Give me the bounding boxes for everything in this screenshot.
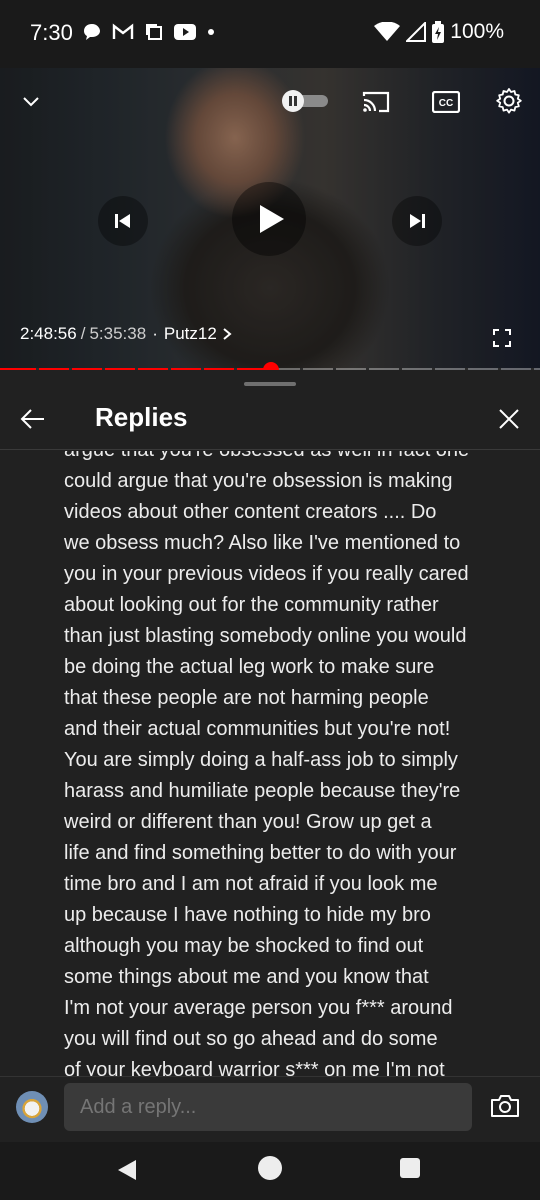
chat-bubble-icon <box>84 24 100 40</box>
notification-icons <box>82 22 216 42</box>
camera-icon <box>491 1095 519 1117</box>
comment-scroll-area[interactable]: argue that you're obsessed as well in fa… <box>0 451 540 1076</box>
battery-percent: 100% <box>450 20 504 43</box>
skip-next-icon <box>410 214 425 228</box>
panel-title: Replies <box>95 402 188 432</box>
system-nav-bar <box>0 1142 540 1200</box>
battery-icon <box>432 21 445 43</box>
previous-button[interactable] <box>98 196 148 246</box>
fullscreen-button[interactable] <box>490 326 514 350</box>
time-separator: / <box>80 324 86 343</box>
nav-back-icon[interactable] <box>116 1158 138 1182</box>
cast-icon <box>362 91 390 113</box>
status-right: 100% <box>374 20 504 44</box>
comment-line: and their actual communities but you're … <box>64 718 451 740</box>
autoplay-toggle[interactable] <box>282 90 330 112</box>
comment-line: you will find out so go ahead and do som… <box>64 1028 438 1050</box>
close-button[interactable] <box>494 404 524 434</box>
duration: 5:35:38 <box>89 324 147 343</box>
video-player[interactable]: CC 2:48:56 / 5:35:38 · Putz12 <box>0 68 540 370</box>
comment-line: be doing the actual leg work to make sur… <box>64 656 435 678</box>
reply-input[interactable] <box>64 1083 472 1131</box>
settings-button[interactable] <box>494 86 524 116</box>
gmail-icon <box>112 23 134 39</box>
comment-line: you in your previous videos if you reall… <box>64 563 469 585</box>
cast-button[interactable] <box>360 88 392 116</box>
current-time: 2:48:56 <box>20 324 77 343</box>
comment-line: life and find something better to do wit… <box>64 842 457 864</box>
avatar <box>16 1091 48 1123</box>
reply-bar <box>0 1076 540 1142</box>
chevron-down-icon <box>23 97 39 107</box>
drag-handle[interactable] <box>244 382 296 386</box>
nav-home-icon[interactable] <box>258 1156 282 1180</box>
nav-recents-icon[interactable] <box>400 1158 420 1178</box>
play-button[interactable] <box>232 182 306 256</box>
comment-line: argue that you're obsessed as well in fa… <box>64 451 514 466</box>
comment-line: I'm not your average person you f*** aro… <box>64 997 453 1019</box>
closed-captions-icon: CC <box>432 91 460 113</box>
comment-text: argue that you're obsessed as well in fa… <box>64 451 514 1076</box>
play-icon <box>260 205 284 233</box>
comment-line: time bro and I am not afraid if you look… <box>64 873 438 895</box>
svg-text:CC: CC <box>439 98 453 109</box>
arrow-left-icon <box>20 409 44 429</box>
panel-header: Replies <box>0 392 540 450</box>
comment-line: about looking out for the community rath… <box>64 594 439 616</box>
minimize-button[interactable] <box>16 86 46 116</box>
back-button[interactable] <box>18 404 48 434</box>
comment-line: that these people are not harming people <box>64 687 429 709</box>
copy-icon <box>146 24 162 40</box>
comment-line: some things about me and you know that <box>64 966 429 988</box>
wifi-icon <box>374 22 401 41</box>
signal-icon <box>406 22 427 42</box>
skip-previous-icon <box>115 214 130 228</box>
youtube-icon <box>174 24 196 40</box>
comment-line: videos about other content creators ....… <box>64 501 437 523</box>
comment-line: although you may be shocked to find out <box>64 935 424 957</box>
status-time: 7:30 <box>30 20 73 45</box>
comment-line: harass and humiliate people because they… <box>64 780 461 802</box>
comment-line: You are simply doing a half-ass job to s… <box>64 749 458 771</box>
captions-button[interactable]: CC <box>430 88 462 116</box>
dot-icon <box>208 29 214 35</box>
comment-line: of your keyboard warrior s*** on me I'm … <box>64 1059 445 1076</box>
comment-line: weird or different than you! Grow up get… <box>64 811 432 833</box>
gear-icon <box>496 88 522 114</box>
comment-line: we obsess much? Also like I've mentioned… <box>64 532 461 554</box>
next-button[interactable] <box>392 196 442 246</box>
camera-button[interactable] <box>490 1093 520 1123</box>
chevron-right-icon <box>223 328 232 340</box>
fullscreen-icon <box>493 329 511 347</box>
time-display: 2:48:56 / 5:35:38 · Putz12 <box>20 324 233 344</box>
comment-line: up because I have nothing to hide my bro <box>64 904 431 926</box>
chapter-separator: · <box>152 324 158 343</box>
comment-line: could argue that you're obsession is mak… <box>64 470 453 492</box>
status-bar: 7:30 100% <box>0 0 540 68</box>
close-icon <box>499 409 519 429</box>
chapter-title[interactable]: Putz12 <box>164 324 217 344</box>
comment-line: than just blasting somebody online you w… <box>64 625 467 647</box>
replies-panel: Replies argue that you're obsessed as we… <box>0 370 540 1076</box>
pause-toggle-icon <box>282 90 328 112</box>
